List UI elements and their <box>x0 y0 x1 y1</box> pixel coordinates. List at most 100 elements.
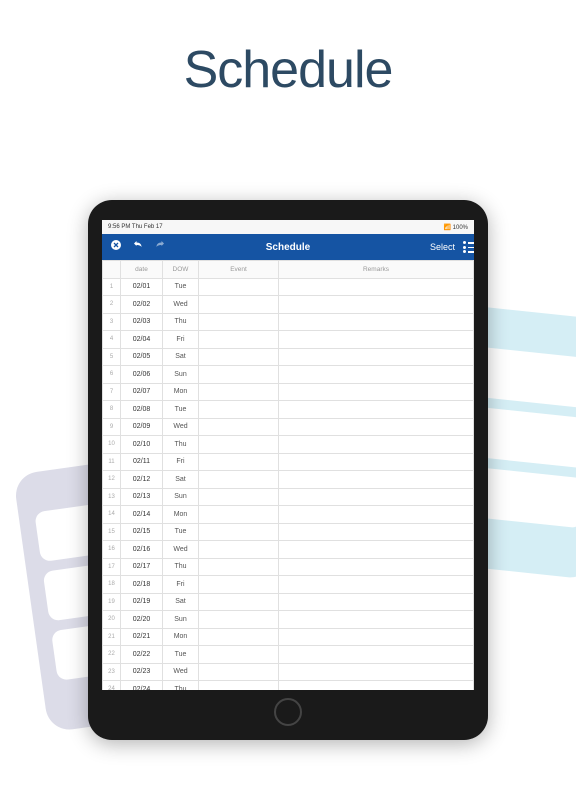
cell-event <box>199 436 279 454</box>
cell-dow: Tue <box>163 646 199 664</box>
table-row[interactable]: 102/01Tue <box>103 278 474 296</box>
cell-n: 4 <box>103 331 121 349</box>
cell-dow: Sat <box>163 471 199 489</box>
cell-remarks <box>279 383 474 401</box>
cell-remarks <box>279 576 474 594</box>
cell-date: 02/02 <box>121 296 163 314</box>
table-row[interactable]: 802/08Tue <box>103 401 474 419</box>
cell-n: 6 <box>103 366 121 384</box>
table-row[interactable]: 1102/11Fri <box>103 453 474 471</box>
table-row[interactable]: 1502/15Tue <box>103 523 474 541</box>
cell-date: 02/07 <box>121 383 163 401</box>
cell-dow: Thu <box>163 313 199 331</box>
cell-event <box>199 278 279 296</box>
toolbar-title: Schedule <box>266 242 310 253</box>
table-row[interactable]: 1602/16Wed <box>103 541 474 559</box>
cell-dow: Fri <box>163 453 199 471</box>
cell-remarks <box>279 436 474 454</box>
table-row[interactable]: 1302/13Sun <box>103 488 474 506</box>
cell-n: 11 <box>103 453 121 471</box>
cell-event <box>199 628 279 646</box>
cell-dow: Wed <box>163 663 199 681</box>
status-time: 9:56 PM Thu Feb 17 <box>108 224 163 230</box>
cell-dow: Wed <box>163 296 199 314</box>
cell-remarks <box>279 401 474 419</box>
cell-n: 24 <box>103 681 121 691</box>
cell-event <box>199 313 279 331</box>
table-row[interactable]: 1402/14Mon <box>103 506 474 524</box>
table-row[interactable]: 1202/12Sat <box>103 471 474 489</box>
cell-dow: Thu <box>163 558 199 576</box>
cell-n: 20 <box>103 611 121 629</box>
cell-n: 15 <box>103 523 121 541</box>
undo-icon[interactable] <box>132 238 144 256</box>
cell-date: 02/18 <box>121 576 163 594</box>
table-row[interactable]: 1002/10Thu <box>103 436 474 454</box>
table-row[interactable]: 502/05Sat <box>103 348 474 366</box>
redo-icon[interactable] <box>154 238 166 256</box>
cell-n: 18 <box>103 576 121 594</box>
table-row[interactable]: 702/07Mon <box>103 383 474 401</box>
cell-event <box>199 506 279 524</box>
cell-dow: Mon <box>163 383 199 401</box>
cell-dow: Wed <box>163 418 199 436</box>
hero-title: Schedule <box>0 40 576 100</box>
cell-date: 02/09 <box>121 418 163 436</box>
table-row[interactable]: 902/09Wed <box>103 418 474 436</box>
select-button[interactable]: Select <box>430 242 455 252</box>
cell-remarks <box>279 506 474 524</box>
cell-date: 02/15 <box>121 523 163 541</box>
table-row[interactable]: 302/03Thu <box>103 313 474 331</box>
cell-date: 02/04 <box>121 331 163 349</box>
table-row[interactable]: 2102/21Mon <box>103 628 474 646</box>
cell-date: 02/10 <box>121 436 163 454</box>
cell-event <box>199 488 279 506</box>
close-icon[interactable] <box>110 238 122 256</box>
cell-event <box>199 471 279 489</box>
cell-n: 3 <box>103 313 121 331</box>
status-battery: 📶 100% <box>444 224 469 231</box>
cell-date: 02/24 <box>121 681 163 691</box>
table-row[interactable]: 2002/20Sun <box>103 611 474 629</box>
cell-remarks <box>279 331 474 349</box>
cell-remarks <box>279 558 474 576</box>
cell-n: 19 <box>103 593 121 611</box>
screen: 9:56 PM Thu Feb 17 📶 100% Schedule Selec… <box>102 220 474 690</box>
table-row[interactable]: 402/04Fri <box>103 331 474 349</box>
cell-date: 02/03 <box>121 313 163 331</box>
table-row[interactable]: 602/06Sun <box>103 366 474 384</box>
cell-dow: Fri <box>163 576 199 594</box>
cell-date: 02/22 <box>121 646 163 664</box>
table-row[interactable]: 1702/17Thu <box>103 558 474 576</box>
table-row[interactable]: 2202/22Tue <box>103 646 474 664</box>
cell-remarks <box>279 523 474 541</box>
cell-n: 2 <box>103 296 121 314</box>
home-button[interactable] <box>274 698 302 726</box>
toolbar: Schedule Select <box>102 234 474 260</box>
cell-event <box>199 348 279 366</box>
cell-n: 10 <box>103 436 121 454</box>
cell-date: 02/23 <box>121 663 163 681</box>
cell-event <box>199 681 279 691</box>
tablet-frame: 9:56 PM Thu Feb 17 📶 100% Schedule Selec… <box>88 200 488 740</box>
col-header: DOW <box>163 261 199 279</box>
cell-n: 16 <box>103 541 121 559</box>
cell-event <box>199 296 279 314</box>
list-icon[interactable] <box>463 240 466 255</box>
table-row[interactable]: 202/02Wed <box>103 296 474 314</box>
cell-date: 02/08 <box>121 401 163 419</box>
schedule-table-wrap[interactable]: dateDOWEventRemarks 102/01Tue202/02Wed30… <box>102 260 474 690</box>
table-row[interactable]: 2302/23Wed <box>103 663 474 681</box>
cell-date: 02/20 <box>121 611 163 629</box>
cell-event <box>199 558 279 576</box>
table-row[interactable]: 1802/18Fri <box>103 576 474 594</box>
cell-date: 02/19 <box>121 593 163 611</box>
cell-n: 14 <box>103 506 121 524</box>
cell-n: 8 <box>103 401 121 419</box>
cell-remarks <box>279 278 474 296</box>
cell-dow: Sun <box>163 488 199 506</box>
table-row[interactable]: 2402/24Thu <box>103 681 474 691</box>
cell-date: 02/11 <box>121 453 163 471</box>
cell-remarks <box>279 646 474 664</box>
table-row[interactable]: 1902/19Sat <box>103 593 474 611</box>
